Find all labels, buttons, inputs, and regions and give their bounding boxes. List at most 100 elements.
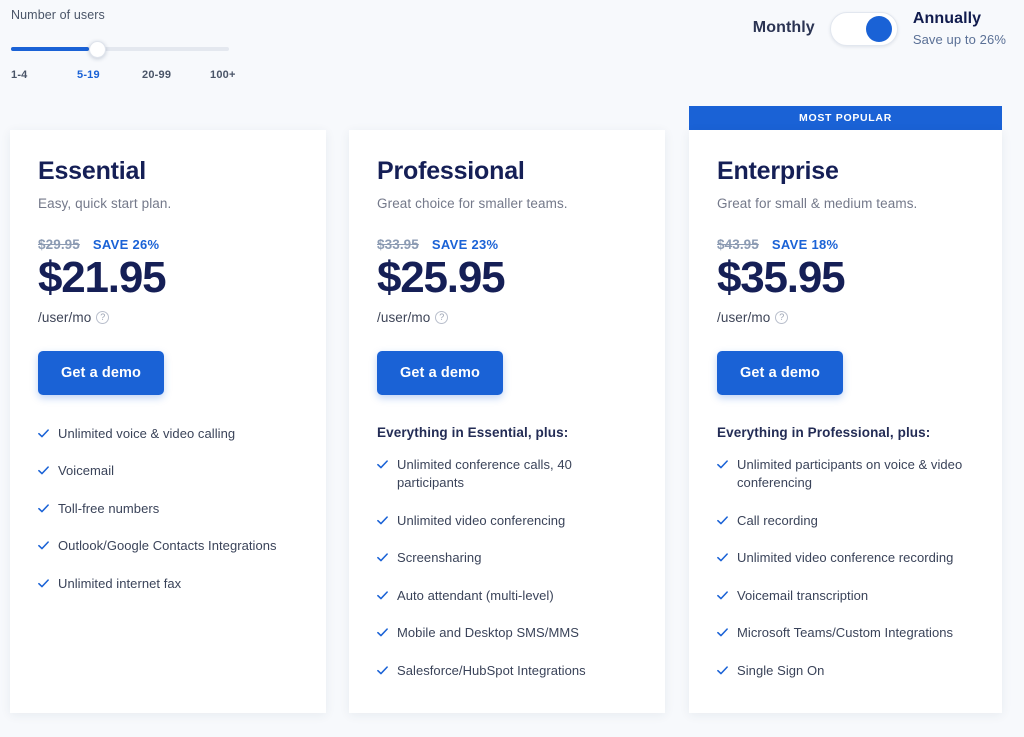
check-icon	[38, 504, 49, 513]
get-a-demo-button[interactable]: Get a demo	[377, 351, 503, 396]
check-icon	[717, 460, 728, 469]
slider-tick-20-99[interactable]: 20-99	[142, 69, 171, 81]
feature-list-heading: Everything in Professional, plus:	[717, 425, 931, 441]
billing-toggle-knob	[865, 16, 892, 42]
current-price: $25.95	[377, 252, 506, 302]
billing-toggle[interactable]	[829, 12, 898, 46]
feature-list: Unlimited participants on voice & video …	[717, 456, 974, 680]
plan-name: Enterprise	[717, 157, 839, 185]
feature-item: Unlimited participants on voice & video …	[717, 456, 974, 493]
slider-tick-1-4[interactable]: 1-4	[11, 69, 28, 81]
feature-list: Unlimited voice & video calling Voicemai…	[38, 425, 298, 593]
check-icon	[38, 579, 49, 588]
get-a-demo-button[interactable]: Get a demo	[717, 351, 843, 396]
feature-item: Unlimited voice & video calling	[38, 425, 298, 443]
feature-text: Mobile and Desktop SMS/MMS	[397, 625, 579, 641]
feature-text: Voicemail transcription	[737, 587, 869, 603]
user-count-slider-group: Number of users 1-4 5-19 20-99 100+	[11, 8, 241, 85]
check-icon	[717, 516, 728, 525]
billing-annually-group: Annually Save up to 26%	[913, 6, 1006, 47]
check-icon	[38, 541, 49, 550]
check-icon	[377, 666, 388, 675]
price-comparison-row: $43.95 SAVE 18%	[717, 237, 974, 252]
plan-description: Easy, quick start plan.	[38, 195, 172, 211]
feature-text: Call recording	[737, 512, 818, 528]
check-icon	[717, 553, 728, 562]
slider-handle[interactable]	[89, 41, 106, 58]
feature-text: Unlimited internet fax	[58, 575, 182, 591]
feature-item: Screensharing	[377, 549, 637, 567]
check-icon	[38, 429, 49, 438]
slider-tick-100-plus[interactable]: 100+	[210, 69, 236, 81]
feature-item: Auto attendant (multi-level)	[377, 587, 637, 605]
feature-item: Single Sign On	[717, 662, 974, 680]
feature-item: Microsoft Teams/Custom Integrations	[717, 624, 974, 642]
price-unit-row: /user/mo ?	[377, 310, 637, 325]
info-icon[interactable]: ?	[96, 311, 110, 325]
check-icon	[377, 516, 388, 525]
info-icon[interactable]: ?	[435, 311, 449, 325]
check-icon	[717, 628, 728, 637]
original-price: $43.95	[717, 236, 759, 252]
slider-tick-labels: 1-4 5-19 20-99 100+	[11, 69, 241, 85]
pricing-card-enterprise: Enterprise Great for small & medium team…	[689, 130, 1002, 713]
savings-label: SAVE 23%	[431, 236, 499, 252]
check-icon	[377, 553, 388, 562]
check-icon	[717, 591, 728, 600]
slider-tick-5-19[interactable]: 5-19	[77, 69, 100, 81]
feature-text: Unlimited conference calls, 40 participa…	[397, 457, 572, 491]
info-icon[interactable]: ?	[775, 311, 789, 325]
savings-label: SAVE 26%	[92, 236, 160, 252]
billing-save-note: Save up to 26%	[912, 32, 1006, 47]
billing-monthly-label[interactable]: Monthly	[753, 6, 815, 37]
price-unit-row: /user/mo ?	[717, 310, 974, 325]
feature-text: Outlook/Google Contacts Integrations	[58, 538, 277, 554]
feature-item: Voicemail transcription	[717, 587, 974, 605]
price-comparison-row: $33.95 SAVE 23%	[377, 237, 637, 252]
current-price: $35.95	[717, 252, 846, 302]
feature-list-heading: Everything in Essential, plus:	[377, 425, 569, 441]
feature-text: Unlimited video conference recording	[737, 550, 954, 566]
feature-item: Unlimited internet fax	[38, 575, 298, 593]
plan-name: Professional	[377, 157, 525, 185]
user-count-slider[interactable]	[11, 41, 229, 58]
feature-text: Toll-free numbers	[58, 500, 160, 516]
get-a-demo-button[interactable]: Get a demo	[38, 351, 164, 396]
current-price: $21.95	[38, 252, 167, 302]
feature-text: Auto attendant (multi-level)	[397, 587, 554, 603]
feature-text: Screensharing	[397, 550, 482, 566]
slider-fill	[11, 47, 89, 51]
pricing-card-essential: Essential Easy, quick start plan. $29.95…	[10, 130, 326, 713]
feature-text: Unlimited voice & video calling	[58, 426, 236, 442]
most-popular-badge: MOST POPULAR	[689, 106, 1002, 130]
price-comparison-row: $29.95 SAVE 26%	[38, 237, 298, 252]
feature-item: Unlimited video conferencing	[377, 512, 637, 530]
check-icon	[377, 591, 388, 600]
feature-item: Mobile and Desktop SMS/MMS	[377, 624, 637, 642]
plan-description: Great for small & medium teams.	[717, 195, 918, 211]
billing-annually-label[interactable]: Annually	[913, 10, 1006, 28]
feature-text: Salesforce/HubSpot Integrations	[397, 662, 586, 678]
original-price: $29.95	[38, 236, 80, 252]
feature-item: Unlimited conference calls, 40 participa…	[377, 456, 637, 493]
slider-label: Number of users	[11, 8, 105, 22]
feature-item: Outlook/Google Contacts Integrations	[38, 537, 298, 555]
billing-period-switcher: Monthly Annually Save up to 26%	[753, 6, 1006, 47]
plan-description: Great choice for smaller teams.	[377, 195, 568, 211]
check-icon	[38, 466, 49, 475]
feature-item: Call recording	[717, 512, 974, 530]
feature-text: Unlimited video conferencing	[397, 512, 566, 528]
check-icon	[377, 460, 388, 469]
price-unit-label: /user/mo	[717, 310, 771, 326]
pricing-card-professional: Professional Great choice for smaller te…	[349, 130, 665, 713]
savings-label: SAVE 18%	[771, 236, 839, 252]
feature-text: Single Sign On	[737, 662, 825, 678]
price-unit-row: /user/mo ?	[38, 310, 298, 325]
feature-item: Salesforce/HubSpot Integrations	[377, 662, 637, 680]
feature-list: Unlimited conference calls, 40 participa…	[377, 456, 637, 680]
feature-item: Voicemail	[38, 462, 298, 480]
check-icon	[717, 666, 728, 675]
feature-item: Toll-free numbers	[38, 500, 298, 518]
plan-name: Essential	[38, 157, 146, 185]
feature-text: Microsoft Teams/Custom Integrations	[737, 625, 954, 641]
